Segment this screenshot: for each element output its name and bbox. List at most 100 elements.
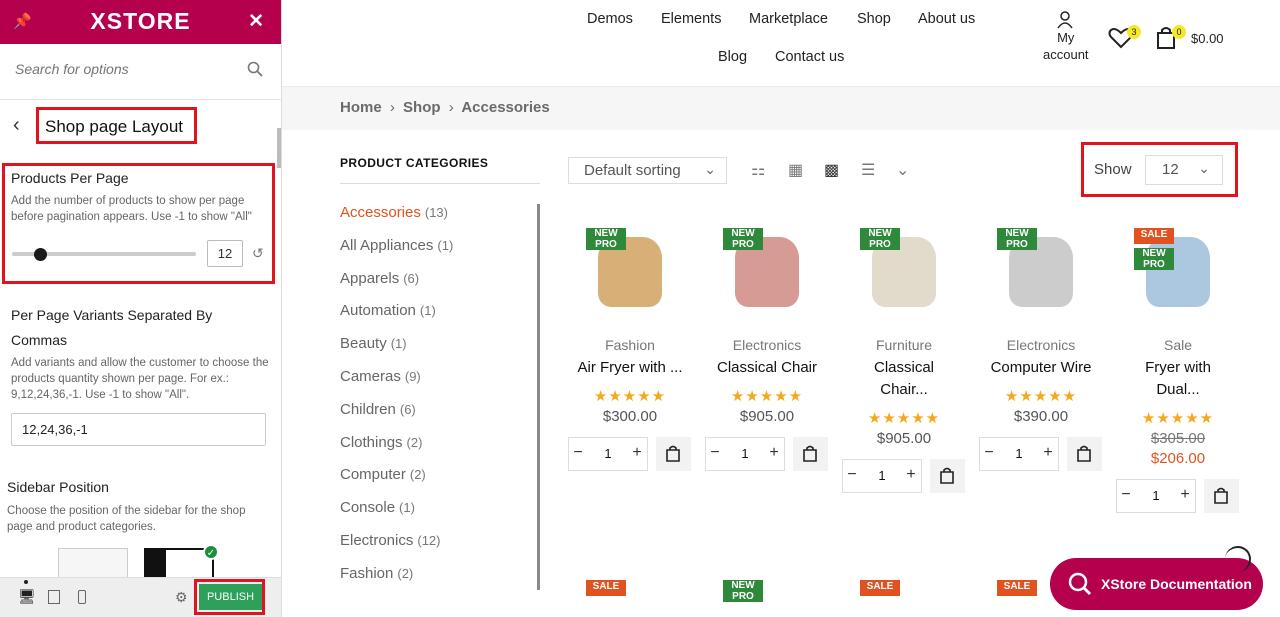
add-to-cart-button[interactable] bbox=[793, 437, 828, 471]
product-name[interactable]: Air Fryer with ... bbox=[568, 357, 692, 379]
cart-total[interactable]: $0.00 bbox=[1191, 31, 1224, 46]
plus-icon[interactable]: + bbox=[630, 444, 644, 462]
panel-header: 📌 XSTORE ✕ bbox=[0, 0, 281, 44]
slider-handle[interactable] bbox=[33, 248, 47, 261]
nav-blog[interactable]: Blog bbox=[718, 49, 747, 65]
plus-icon[interactable]: + bbox=[1178, 486, 1192, 504]
minus-icon[interactable]: − bbox=[982, 444, 996, 462]
publish-button[interactable]: PUBLISH bbox=[199, 584, 262, 610]
more-views-chevron-icon[interactable]: ⌄ bbox=[896, 160, 909, 180]
product-tag: SALE bbox=[860, 580, 900, 596]
product-category[interactable]: Electronics bbox=[979, 337, 1103, 353]
minus-icon[interactable]: − bbox=[845, 466, 859, 484]
product-card[interactable]: NEW PRO Electronics Computer Wire ★★★★★ $390… bbox=[979, 222, 1103, 471]
product-image[interactable]: NEW PRO bbox=[705, 222, 829, 312]
grid-3-view-icon[interactable]: ▦ bbox=[788, 160, 803, 180]
search-input[interactable] bbox=[15, 61, 235, 77]
category-item[interactable]: All Appliances (1) bbox=[340, 237, 453, 254]
category-item[interactable]: Cameras (9) bbox=[340, 368, 421, 385]
grid-4-view-icon[interactable]: ▩ bbox=[824, 160, 839, 180]
plus-icon[interactable]: + bbox=[1041, 444, 1055, 462]
my-account-link[interactable]: My account bbox=[1043, 29, 1089, 63]
quantity-stepper: −1 + bbox=[842, 459, 966, 493]
product-name-line-1: Fryer with bbox=[1145, 359, 1211, 376]
product-name[interactable]: Classical Chair bbox=[705, 357, 829, 379]
quantity-stepper: −1 + bbox=[568, 437, 692, 471]
category-item[interactable]: Clothings (2) bbox=[340, 434, 422, 451]
category-item[interactable]: Console (1) bbox=[340, 499, 415, 516]
product-card[interactable]: SALE NEW PRO Sale Fryer with Dual... ★★★★★ $30… bbox=[1116, 222, 1240, 513]
gear-icon[interactable]: ⚙ bbox=[175, 589, 188, 606]
product-card[interactable]: NEW PRO Furniture Classical Chair... ★★★★★ $9… bbox=[842, 222, 966, 493]
list-view-icon[interactable]: ☰ bbox=[861, 160, 875, 180]
category-item[interactable]: Automation (1) bbox=[340, 302, 436, 319]
quantity-value[interactable]: 1 bbox=[872, 468, 892, 483]
product-name[interactable]: Fryer with Dual... bbox=[1116, 357, 1240, 401]
user-icon[interactable] bbox=[1057, 11, 1073, 29]
add-to-cart-button[interactable] bbox=[1067, 437, 1102, 471]
active-device-dot bbox=[24, 580, 28, 584]
categories-scrollbar[interactable] bbox=[537, 204, 540, 590]
close-icon[interactable]: ✕ bbox=[248, 10, 264, 33]
variants-input[interactable] bbox=[11, 413, 266, 446]
sort-dropdown[interactable]: Default sorting ⌄ bbox=[568, 157, 727, 184]
add-to-cart-button[interactable] bbox=[656, 437, 691, 471]
rating-stars: ★★★★★ bbox=[730, 388, 804, 405]
layout-option-no-sidebar[interactable] bbox=[58, 548, 128, 580]
back-arrow-icon[interactable]: ‹ bbox=[13, 114, 20, 137]
minus-icon[interactable]: − bbox=[1119, 486, 1133, 504]
nav-shop[interactable]: Shop bbox=[857, 11, 891, 27]
breadcrumb-home[interactable]: Home bbox=[340, 99, 382, 116]
product-name[interactable]: Classical Chair... bbox=[842, 357, 966, 401]
category-item[interactable]: Beauty (1) bbox=[340, 335, 407, 352]
nav-contact-us[interactable]: Contact us bbox=[775, 49, 844, 65]
bag-icon bbox=[940, 467, 954, 484]
category-item[interactable]: Accessories (13) bbox=[340, 204, 448, 221]
add-to-cart-button[interactable] bbox=[1204, 479, 1239, 513]
product-card[interactable]: NEW PRO Electronics Classical Chair ★★★★★ $9… bbox=[705, 222, 829, 471]
product-image[interactable]: NEW PRO bbox=[568, 222, 692, 312]
desktop-icon[interactable]: 🖥 bbox=[18, 588, 36, 605]
grid-2-view-icon[interactable]: ⚏ bbox=[751, 160, 765, 180]
categories-title: PRODUCT CATEGORIES bbox=[340, 156, 489, 170]
nav-about-us[interactable]: About us bbox=[918, 11, 975, 27]
nav-marketplace[interactable]: Marketplace bbox=[749, 11, 828, 27]
nav-elements[interactable]: Elements bbox=[661, 11, 721, 27]
nav-demos[interactable]: Demos bbox=[587, 11, 633, 27]
tablet-icon[interactable] bbox=[48, 590, 60, 604]
category-item[interactable]: Electronics (12) bbox=[340, 532, 440, 549]
minus-icon[interactable]: − bbox=[571, 444, 585, 462]
product-name[interactable]: Computer Wire bbox=[979, 357, 1103, 379]
products-per-page-input[interactable]: 12 bbox=[207, 240, 243, 267]
quantity-value[interactable]: 1 bbox=[735, 446, 755, 461]
product-category[interactable]: Furniture bbox=[842, 337, 966, 353]
category-name: Children bbox=[340, 400, 396, 418]
scroll-progress-icon[interactable] bbox=[1225, 546, 1251, 572]
product-image[interactable]: SALE NEW PRO bbox=[1116, 222, 1240, 312]
category-item[interactable]: Fashion (2) bbox=[340, 565, 413, 582]
breadcrumb-shop[interactable]: Shop bbox=[403, 99, 441, 116]
product-category[interactable]: Fashion bbox=[568, 337, 692, 353]
product-image[interactable]: NEW PRO bbox=[842, 222, 966, 312]
plus-icon[interactable]: + bbox=[767, 444, 781, 462]
minus-icon[interactable]: − bbox=[708, 444, 722, 462]
add-to-cart-button[interactable] bbox=[930, 459, 965, 493]
reset-icon[interactable]: ↺ bbox=[252, 245, 264, 262]
plus-icon[interactable]: + bbox=[904, 466, 918, 484]
category-item[interactable]: Computer (2) bbox=[340, 466, 426, 483]
panel-scrollbar[interactable] bbox=[277, 128, 281, 168]
per-page-select[interactable]: 12 ⌄ bbox=[1145, 155, 1223, 185]
product-card[interactable]: NEW PRO Fashion Air Fryer with ... ★★★★★ $30… bbox=[568, 222, 692, 471]
product-image[interactable]: NEW PRO bbox=[979, 222, 1103, 312]
category-item[interactable]: Children (6) bbox=[340, 401, 416, 418]
product-category[interactable]: Electronics bbox=[705, 337, 829, 353]
quantity-value[interactable]: 1 bbox=[1146, 488, 1166, 503]
category-count: (1) bbox=[399, 500, 415, 516]
quantity-value[interactable]: 1 bbox=[1009, 446, 1029, 461]
search-icon[interactable] bbox=[247, 61, 263, 77]
sidebar-position-desc-1: Choose the position of the sidebar for t… bbox=[7, 505, 246, 517]
mobile-icon[interactable] bbox=[78, 590, 86, 604]
product-category[interactable]: Sale bbox=[1116, 337, 1240, 353]
category-item[interactable]: Apparels (6) bbox=[340, 270, 419, 287]
quantity-value[interactable]: 1 bbox=[598, 446, 618, 461]
